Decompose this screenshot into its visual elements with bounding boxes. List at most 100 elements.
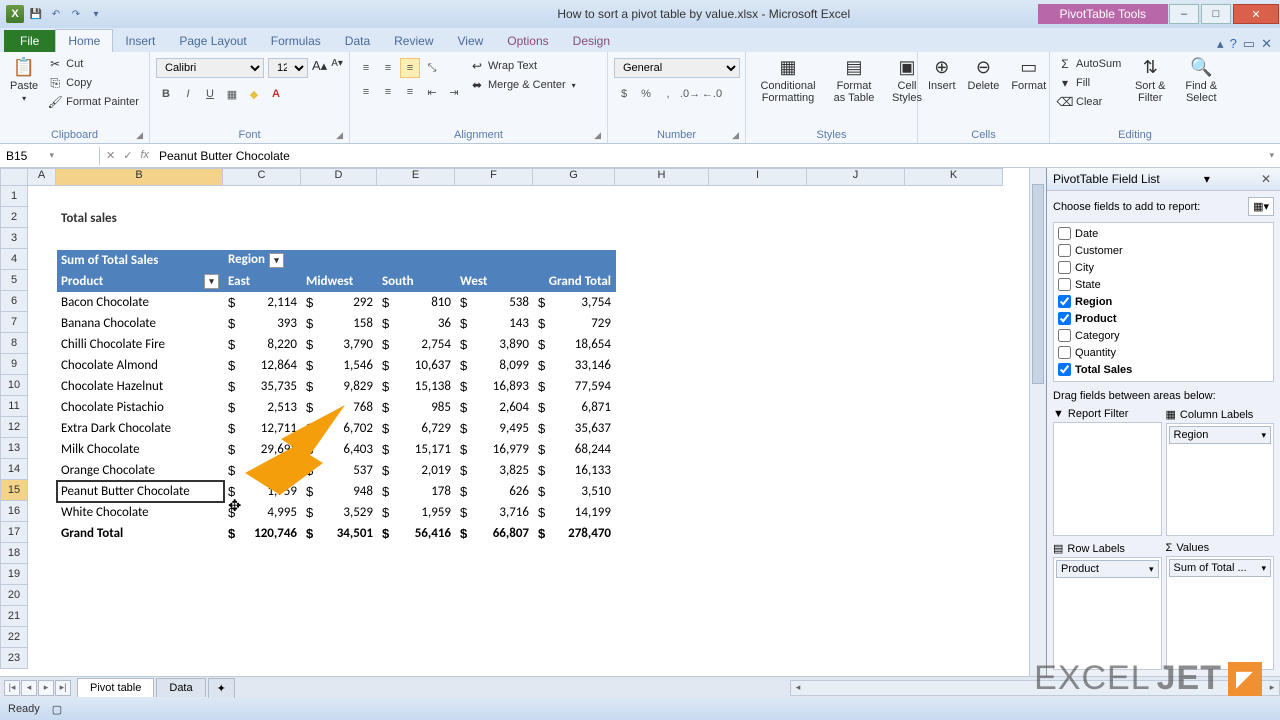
row-header-10[interactable]: 10	[0, 375, 28, 396]
row-header-23[interactable]: 23	[0, 648, 28, 669]
dialog-launcher-icon[interactable]: ◢	[336, 130, 343, 141]
autosum-button[interactable]: ΣAutoSum	[1056, 56, 1123, 72]
find-select-button[interactable]: 🔍Find & Select	[1177, 54, 1225, 106]
number-format-select[interactable]: General	[614, 58, 740, 78]
horizontal-scrollbar[interactable]: ◂▸	[790, 680, 1280, 696]
row-header-17[interactable]: 17	[0, 522, 28, 543]
column-field-pill[interactable]: Region▾	[1169, 426, 1272, 444]
field-date[interactable]: Date	[1056, 225, 1271, 242]
row-header-14[interactable]: 14	[0, 459, 28, 480]
format-cells-button[interactable]: ▭Format	[1007, 54, 1050, 94]
percent-format-icon[interactable]: %	[636, 84, 656, 104]
field-region[interactable]: Region	[1056, 293, 1271, 310]
col-header-C[interactable]: C	[223, 168, 301, 186]
col-header-H[interactable]: H	[615, 168, 709, 186]
row-header-7[interactable]: 7	[0, 312, 28, 333]
fill-button[interactable]: ▾Fill	[1056, 75, 1123, 91]
row-header-2[interactable]: 2	[0, 207, 28, 228]
tab-insert[interactable]: Insert	[113, 30, 167, 52]
redo-icon[interactable]: ↷	[68, 6, 84, 22]
minimize-button[interactable]: –	[1169, 4, 1199, 24]
copy-button[interactable]: ⎘Copy	[46, 75, 141, 91]
sheet-tab-data[interactable]: Data	[156, 678, 205, 697]
qat-dropdown-icon[interactable]: ▾	[88, 6, 104, 22]
align-top-icon[interactable]: ≡	[356, 58, 376, 78]
enter-icon[interactable]: ✓	[123, 149, 132, 162]
restore-workbook-icon[interactable]: ▭	[1243, 36, 1255, 52]
close-pane-icon[interactable]: ✕	[1258, 172, 1274, 186]
field-total-sales[interactable]: Total Sales	[1056, 361, 1271, 378]
field-category[interactable]: Category	[1056, 327, 1271, 344]
increase-indent-icon[interactable]: ⇥	[444, 82, 464, 102]
row-header-22[interactable]: 22	[0, 627, 28, 648]
row-header-6[interactable]: 6	[0, 291, 28, 312]
row-header-8[interactable]: 8	[0, 333, 28, 354]
paste-button[interactable]: 📋 Paste ▾	[6, 54, 42, 105]
first-sheet-icon[interactable]: |◂	[4, 680, 20, 696]
report-filter-box[interactable]	[1053, 422, 1162, 536]
cut-button[interactable]: ✂Cut	[46, 56, 141, 72]
row-header-15[interactable]: 15	[0, 480, 28, 501]
field-city[interactable]: City	[1056, 259, 1271, 276]
col-header-A[interactable]: A	[28, 168, 56, 186]
sheet-tab-active[interactable]: Pivot table	[77, 678, 154, 697]
font-name-select[interactable]: Calibri	[156, 58, 264, 78]
field-customer[interactable]: Customer	[1056, 242, 1271, 259]
tab-data[interactable]: Data	[333, 30, 382, 52]
maximize-button[interactable]: □	[1201, 4, 1231, 24]
insert-cells-button[interactable]: ⊕Insert	[924, 54, 960, 94]
layout-options-icon[interactable]: ▦▾	[1248, 197, 1274, 216]
underline-button[interactable]: U	[200, 84, 220, 104]
save-icon[interactable]: 💾	[28, 6, 44, 22]
col-header-G[interactable]: G	[533, 168, 615, 186]
row-header-1[interactable]: 1	[0, 186, 28, 207]
last-sheet-icon[interactable]: ▸|	[55, 680, 71, 696]
tab-home[interactable]: Home	[55, 29, 113, 52]
name-box[interactable]: B15▾	[0, 147, 100, 165]
row-labels-box[interactable]: Product▾	[1053, 557, 1162, 670]
row-header-18[interactable]: 18	[0, 543, 28, 564]
field-list-dropdown-icon[interactable]: ▾	[1204, 172, 1210, 186]
row-header-16[interactable]: 16	[0, 501, 28, 522]
align-right-icon[interactable]: ≡	[400, 82, 420, 102]
row-header-11[interactable]: 11	[0, 396, 28, 417]
col-header-B[interactable]: B	[56, 168, 223, 186]
vertical-scrollbar[interactable]	[1029, 168, 1046, 676]
increase-font-icon[interactable]: A▴	[312, 58, 327, 78]
col-header-I[interactable]: I	[709, 168, 807, 186]
values-box[interactable]: Sum of Total ...▾	[1166, 556, 1275, 670]
tab-view[interactable]: View	[446, 30, 496, 52]
fx-icon[interactable]: fx	[140, 149, 149, 162]
align-bottom-icon[interactable]: ≡	[400, 58, 420, 78]
comma-format-icon[interactable]: ,	[658, 84, 678, 104]
new-sheet-icon[interactable]: ✦	[208, 678, 235, 698]
conditional-formatting-button[interactable]: ▦Conditional Formatting	[752, 54, 824, 106]
tab-design[interactable]: Design	[561, 30, 622, 52]
close-button[interactable]: ✕	[1233, 4, 1279, 24]
macro-record-icon[interactable]: ▢	[52, 703, 62, 716]
merge-center-button[interactable]: ⬌Merge & Center▾	[468, 77, 578, 93]
align-middle-icon[interactable]: ≡	[378, 58, 398, 78]
align-center-icon[interactable]: ≡	[378, 82, 398, 102]
orientation-icon[interactable]: ⤡	[422, 58, 442, 78]
undo-icon[interactable]: ↶	[48, 6, 64, 22]
format-painter-button[interactable]: 🖌Format Painter	[46, 94, 141, 110]
tab-options[interactable]: Options	[495, 30, 560, 52]
dialog-launcher-icon[interactable]: ◢	[732, 130, 739, 141]
font-size-select[interactable]: 12	[268, 58, 308, 78]
row-header-9[interactable]: 9	[0, 354, 28, 375]
row-header-4[interactable]: 4	[0, 249, 28, 270]
decrease-font-icon[interactable]: A▾	[331, 58, 343, 78]
row-field-pill[interactable]: Product▾	[1056, 560, 1159, 578]
cancel-icon[interactable]: ✕	[106, 149, 115, 162]
next-sheet-icon[interactable]: ▸	[38, 680, 54, 696]
col-header-E[interactable]: E	[377, 168, 455, 186]
row-header-20[interactable]: 20	[0, 585, 28, 606]
field-state[interactable]: State	[1056, 276, 1271, 293]
row-header-21[interactable]: 21	[0, 606, 28, 627]
format-as-table-button[interactable]: ▤Format as Table	[828, 54, 880, 106]
row-header-3[interactable]: 3	[0, 228, 28, 249]
close-workbook-icon[interactable]: ✕	[1261, 36, 1272, 52]
dialog-launcher-icon[interactable]: ◢	[136, 130, 143, 141]
bold-button[interactable]: B	[156, 84, 176, 104]
